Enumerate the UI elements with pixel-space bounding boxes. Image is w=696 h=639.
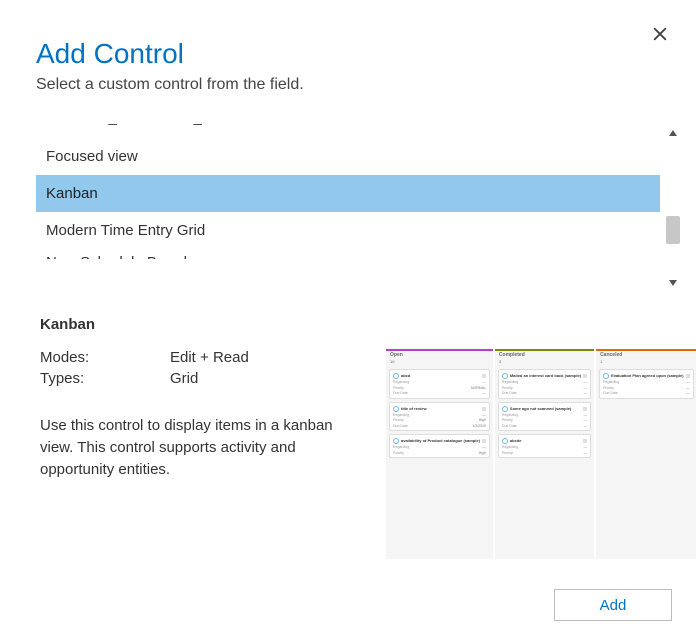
detail-modes-value: Edit + Read (170, 349, 249, 366)
detail-title: Kanban (40, 316, 656, 333)
chevron-down-icon (668, 278, 678, 288)
scroll-track[interactable] (664, 142, 682, 274)
list-item[interactable]: Modern Time Entry Grid (36, 212, 660, 249)
list-item[interactable]: Focused view (36, 138, 660, 175)
control-preview-thumbnail: Open10 abcdRegarding—PriorityNORMALDue D… (386, 349, 656, 559)
detail-types-label: Types: (40, 370, 170, 387)
dialog-subtitle: Select a custom control from the field. (36, 76, 660, 94)
detail-description: Use this control to display items in a k… (40, 415, 360, 480)
dialog-title: Add Control (36, 38, 660, 70)
control-list-viewport[interactable]: FindSlots_GridControl_Name Focused view … (36, 124, 660, 292)
dialog-footer: Add (554, 589, 672, 621)
detail-modes-label: Modes: (40, 349, 170, 366)
detail-modes-row: Modes: Edit + Read (40, 349, 362, 366)
detail-types-value: Grid (170, 370, 198, 387)
close-button[interactable] (650, 24, 670, 44)
list-scrollbar (664, 124, 682, 292)
scroll-down-button[interactable] (664, 274, 682, 292)
close-icon (650, 24, 670, 44)
add-button[interactable]: Add (554, 589, 672, 621)
scroll-thumb[interactable] (666, 216, 680, 244)
control-detail: Kanban Modes: Edit + Read Types: Grid Us… (40, 316, 656, 559)
list-item[interactable]: New Schedule Board (36, 249, 660, 259)
add-control-dialog: Add Control Select a custom control from… (0, 0, 696, 639)
dialog-header: Add Control Select a custom control from… (0, 0, 696, 100)
control-list: FindSlots_GridControl_Name Focused view … (36, 124, 660, 292)
list-item[interactable]: FindSlots_GridControl_Name (36, 124, 660, 138)
detail-types-row: Types: Grid (40, 370, 362, 387)
chevron-up-icon (668, 128, 678, 138)
list-item-selected[interactable]: Kanban (36, 175, 660, 212)
scroll-up-button[interactable] (664, 124, 682, 142)
